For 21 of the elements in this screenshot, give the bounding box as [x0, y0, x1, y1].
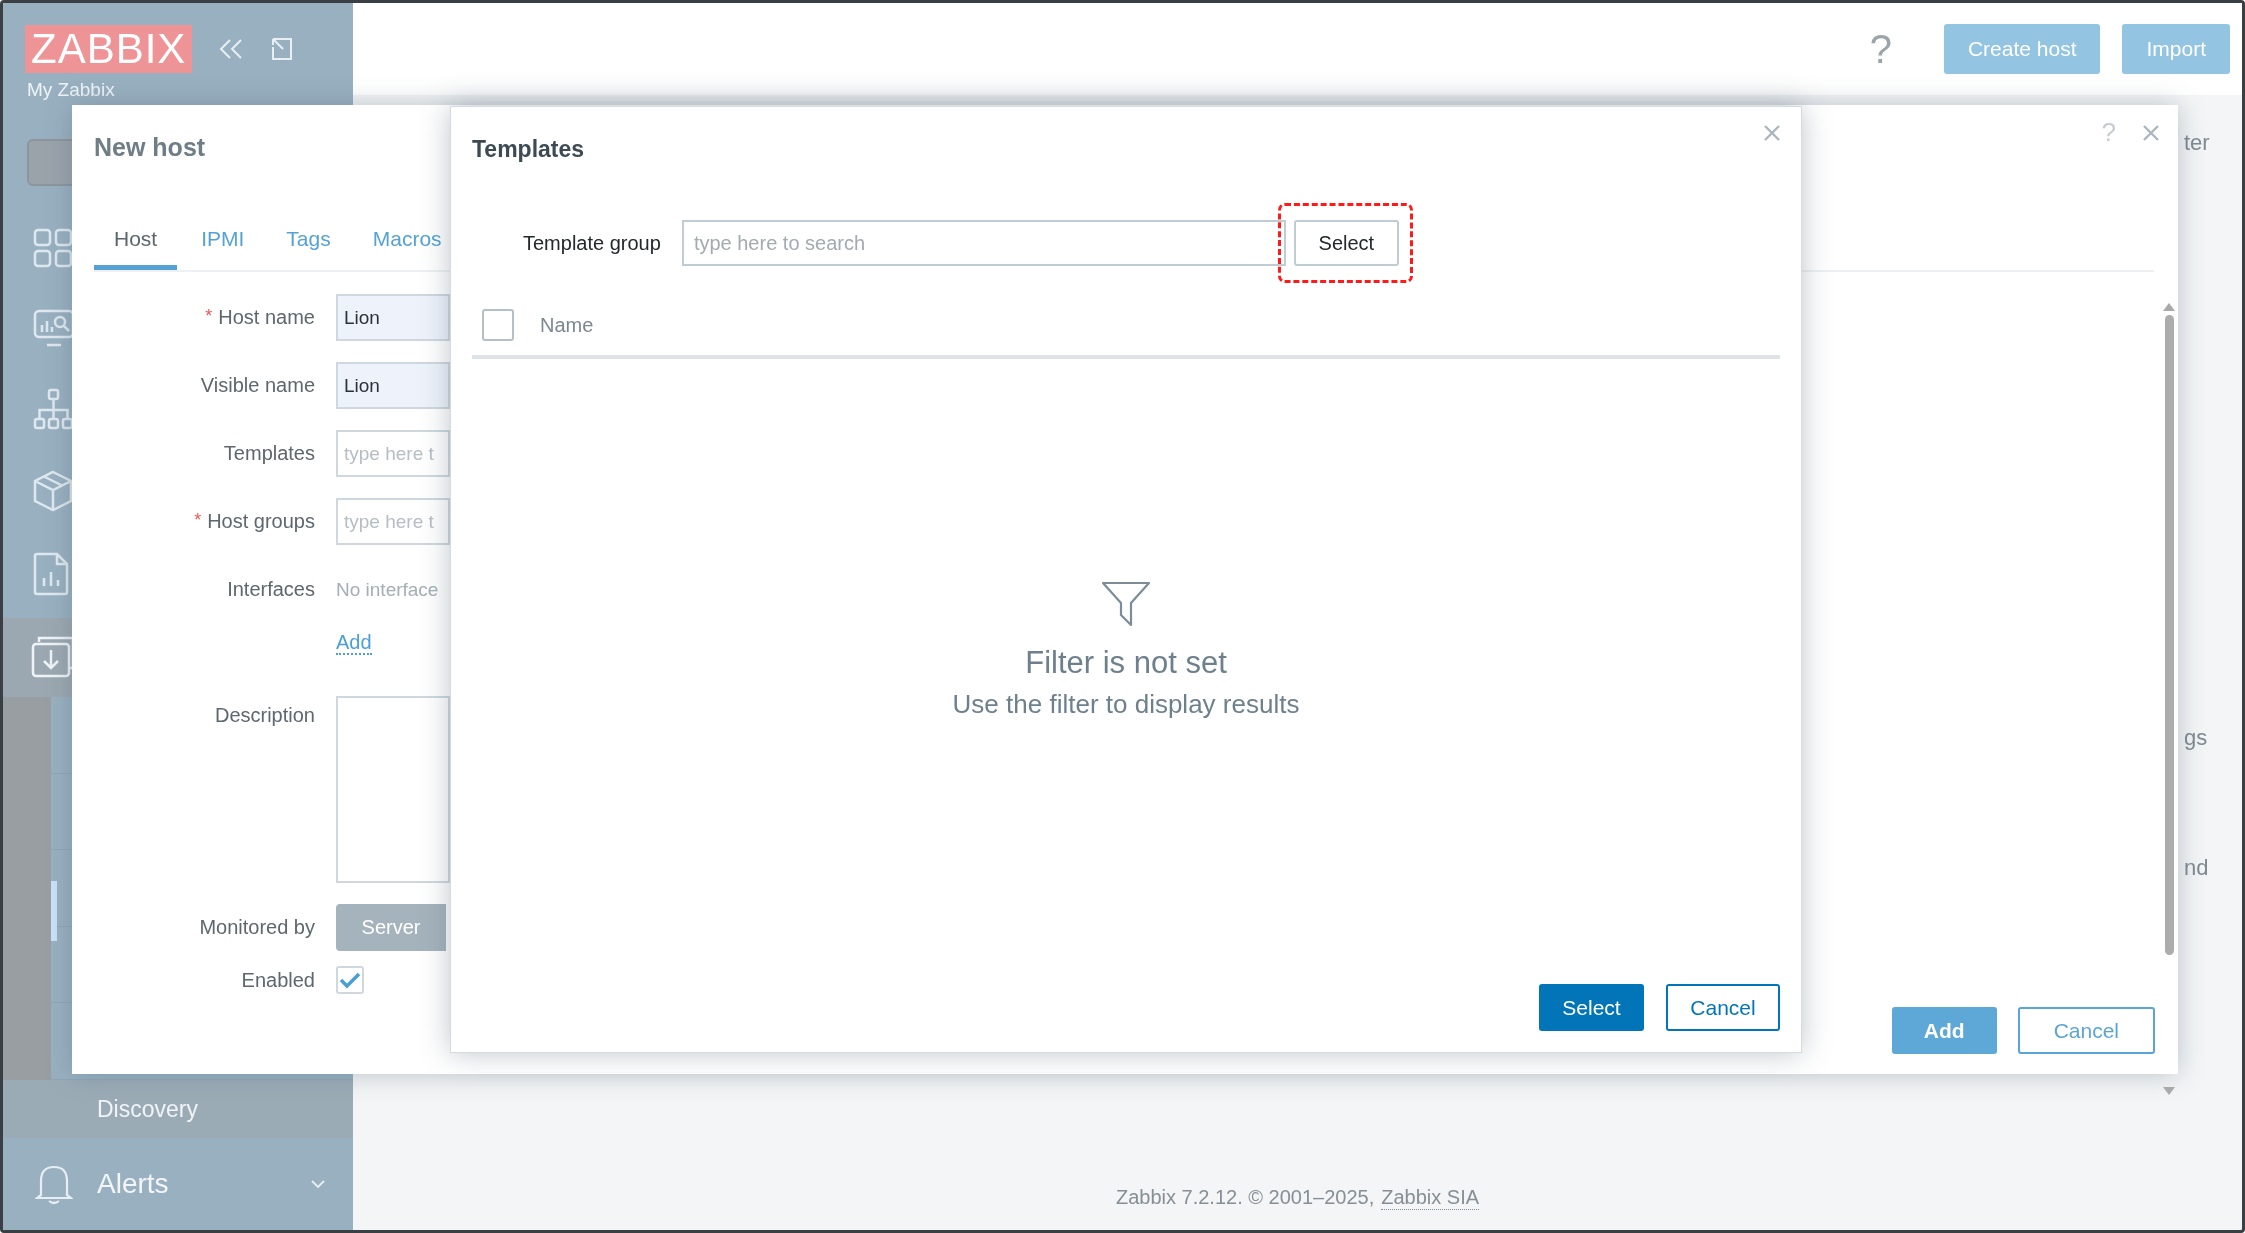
dialog-title: Templates — [472, 135, 586, 164]
background-panel-text: ter — [2184, 130, 2210, 156]
field-label: Templates — [223, 442, 315, 464]
required-asterisk: * — [205, 306, 213, 326]
field-label: Interfaces — [227, 578, 315, 600]
field-value: No interface — [336, 578, 439, 600]
field-label: Monitored by — [199, 916, 315, 938]
field-label: Host groups — [207, 510, 315, 532]
required-asterisk: * — [194, 510, 202, 530]
empty-state-title: Filter is not set — [1025, 645, 1227, 681]
empty-state-message: Use the filter to display results — [952, 689, 1300, 720]
field-label: Description — [214, 704, 315, 726]
field-label: Template group — [523, 231, 661, 255]
field-label: Enabled — [241, 968, 315, 991]
dialog-title: New host — [94, 132, 206, 163]
field-label: Host name — [218, 306, 315, 328]
footer-text: Zabbix 7.2.12. © 2001–2025, — [1115, 1186, 1375, 1210]
sidebar-section-label: My Zabbix — [27, 79, 115, 101]
field-label: Visible name — [200, 374, 315, 396]
background-panel-text: nd — [2184, 855, 2209, 881]
background-panel-text: gs — [2184, 725, 2208, 751]
